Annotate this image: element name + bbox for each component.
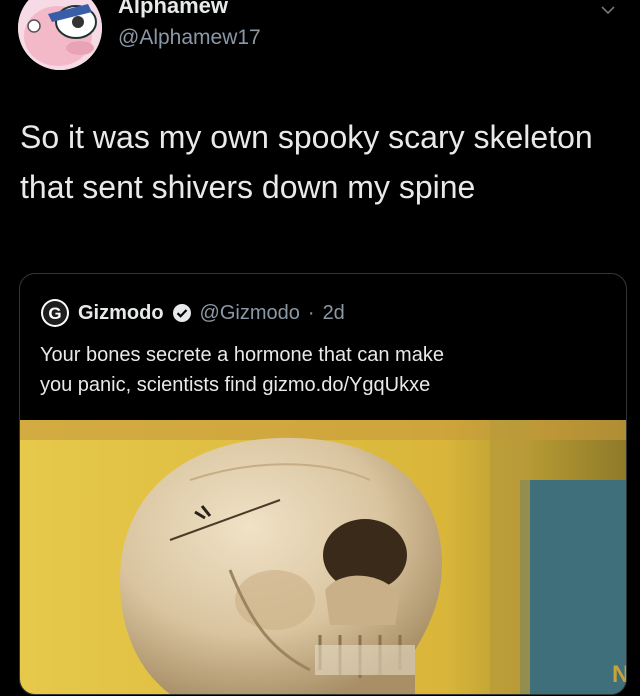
gizmodo-logo-icon: G xyxy=(41,299,69,327)
tweet-line: So it was my own spooky scary skeleton xyxy=(20,119,593,155)
quoted-tweet-card[interactable]: G Gizmodo @Gizmodo · 2d Your bones secre… xyxy=(19,273,627,695)
tweet-text: So it was my own spooky scary skeleton t… xyxy=(20,112,620,212)
quoted-line: you panic, scientists find gizmo.do/YgqU… xyxy=(40,374,431,396)
logo-letter: G xyxy=(48,304,61,323)
verified-badge-icon xyxy=(172,304,191,322)
avatar[interactable] xyxy=(18,0,102,70)
cartoon-bird-avatar-icon xyxy=(18,0,102,70)
svg-text:N: N xyxy=(612,661,626,688)
chevron-down-icon[interactable] xyxy=(598,0,618,20)
quoted-tweet-text: Your bones secrete a hormone that can ma… xyxy=(40,340,610,400)
quoted-media-image[interactable]: N xyxy=(20,420,626,694)
quoted-tweet-header: G Gizmodo @Gizmodo · 2d xyxy=(40,298,345,328)
quoted-timestamp[interactable]: 2d xyxy=(323,302,345,325)
quoted-author-name[interactable]: Gizmodo xyxy=(78,302,164,325)
tweet-line: that sent shivers down my spine xyxy=(20,169,476,205)
timestamp-separator: · xyxy=(307,301,315,324)
author-handle[interactable]: @Alphamew17 xyxy=(118,26,261,50)
quoted-author-handle[interactable]: @Gizmodo xyxy=(200,302,300,325)
author-display-name[interactable]: Alphamew xyxy=(118,0,228,19)
quoted-line: Your bones secrete a hormone that can ma… xyxy=(40,344,444,366)
skull-photo: N xyxy=(20,420,626,694)
